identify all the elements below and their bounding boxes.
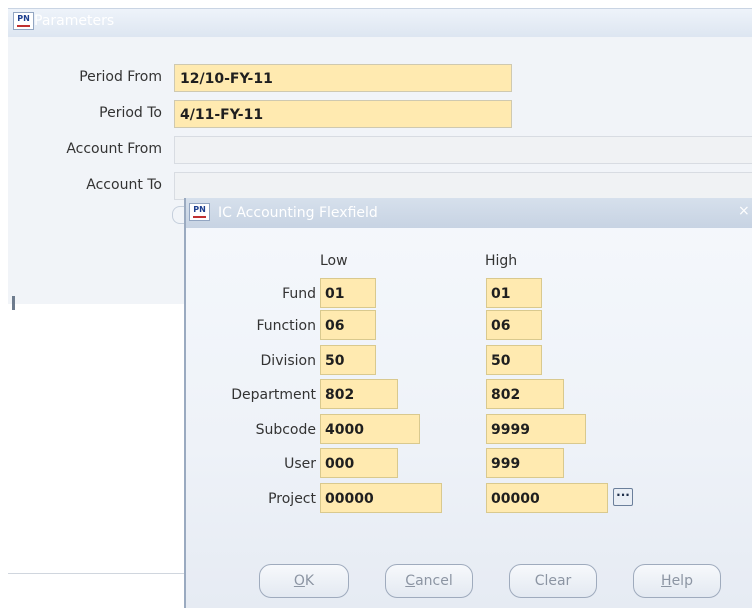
user-label: User (284, 456, 316, 472)
division-low-field[interactable]: 50 (320, 345, 376, 375)
ok-mnemonic: O (293, 573, 305, 589)
subcode-high-field[interactable]: 9999 (486, 414, 586, 444)
project-low-field[interactable]: 00000 (320, 483, 442, 513)
clear-label: Clear (534, 573, 572, 589)
parameters-titlebar[interactable] (8, 8, 752, 37)
user-low-field[interactable]: 000 (320, 448, 398, 478)
window-edge (12, 296, 15, 310)
clear-button[interactable]: Clear (509, 564, 597, 598)
background-form-area (8, 304, 184, 608)
close-icon[interactable]: × (738, 203, 750, 219)
department-low-field[interactable]: 802 (320, 379, 398, 409)
department-label: Department (231, 387, 316, 403)
period-to-field[interactable]: 4/11-FY-11 (174, 100, 512, 128)
app-icon: PN (13, 12, 34, 30)
low-column-header: Low (320, 253, 348, 269)
ok-button[interactable]: OK (259, 564, 349, 598)
help-button[interactable]: Help (633, 564, 721, 598)
help-label-rest: elp (671, 573, 693, 589)
project-label: Project (268, 491, 316, 507)
project-high-field[interactable]: 00000 (486, 483, 608, 513)
division-high-field[interactable]: 50 (486, 345, 542, 375)
period-from-field[interactable]: 12/10-FY-11 (174, 64, 512, 92)
period-from-label: Period From (79, 69, 162, 85)
fund-high-field[interactable]: 01 (486, 278, 542, 308)
function-high-field[interactable]: 06 (486, 310, 542, 340)
account-from-field[interactable] (174, 136, 752, 164)
function-low-field[interactable]: 06 (320, 310, 376, 340)
account-to-label: Account To (86, 177, 162, 193)
cancel-label-rest: ancel (415, 573, 453, 589)
help-mnemonic: H (661, 573, 672, 589)
account-from-label: Account From (66, 141, 162, 157)
subcode-low-field[interactable]: 4000 (320, 414, 420, 444)
fund-low-field[interactable]: 01 (320, 278, 376, 308)
ok-label-rest: K (304, 573, 315, 589)
department-high-field[interactable]: 802 (486, 379, 564, 409)
period-to-label: Period To (99, 105, 162, 121)
cancel-mnemonic: C (405, 573, 416, 589)
user-high-field[interactable]: 999 (486, 448, 564, 478)
function-label: Function (256, 318, 316, 334)
account-to-field[interactable] (174, 172, 752, 200)
flexfield-dialog (184, 198, 752, 608)
subcode-label: Subcode (255, 422, 316, 438)
cancel-button[interactable]: Cancel (385, 564, 473, 598)
list-of-values-button[interactable]: ··· (613, 488, 633, 506)
parameters-title: Parameters (34, 13, 115, 29)
divider (8, 573, 184, 574)
dialog-app-icon: PN (189, 203, 210, 221)
high-column-header: High (485, 253, 518, 269)
flexfield-title: IC Accounting Flexfield (218, 205, 378, 221)
division-label: Division (260, 353, 316, 369)
fund-label: Fund (282, 286, 316, 302)
